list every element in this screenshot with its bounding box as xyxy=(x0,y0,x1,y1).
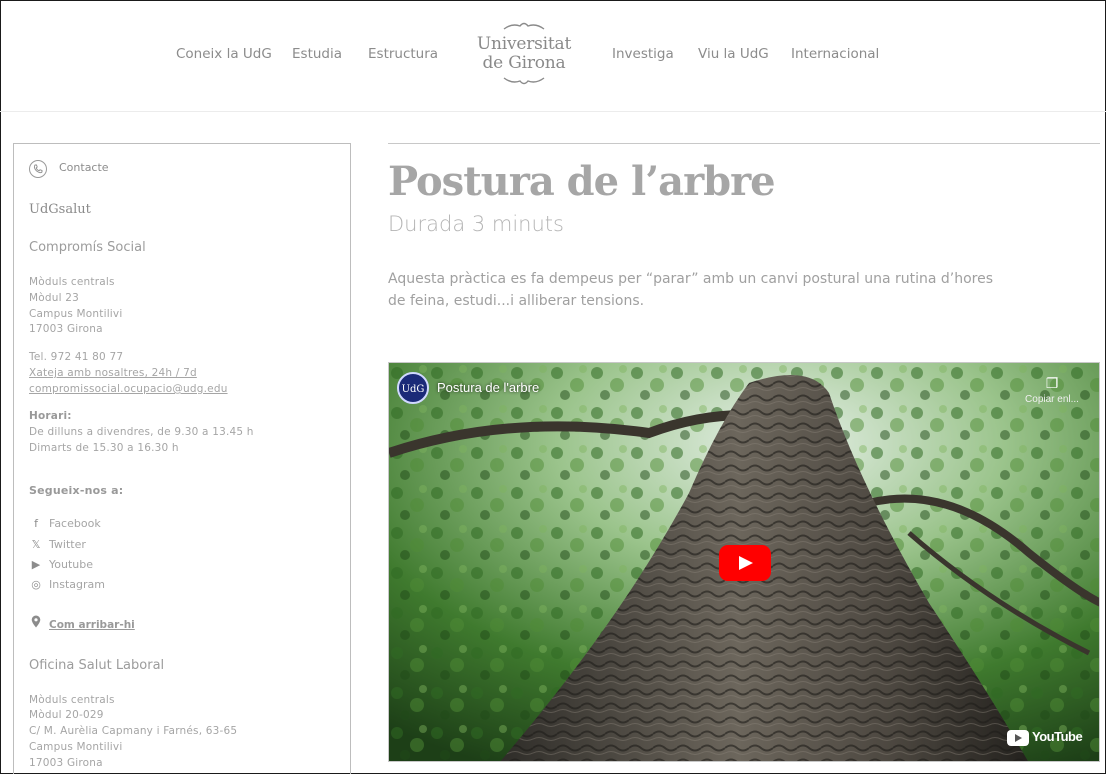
nav-viu-la-udg[interactable]: Viu la UdG xyxy=(698,46,769,62)
contact-sidebar: Contacte UdGsalut Compromís Social Mòdul… xyxy=(13,143,351,774)
youtube-icon: ▶ xyxy=(31,558,41,571)
address-line: Campus Montilivi xyxy=(29,741,123,753)
map-pin-icon xyxy=(29,615,43,631)
address-line: C/ M. Aurèlia Capmany i Farnés, 63-65 xyxy=(29,725,238,737)
channel-avatar[interactable]: UdG xyxy=(397,372,429,404)
social-label: Twitter xyxy=(49,538,86,551)
phone-number: Tel. 972 41 80 77 xyxy=(29,351,124,363)
social-label: Youtube xyxy=(49,558,93,571)
nav-estudia[interactable]: Estudia xyxy=(292,46,342,62)
social-instagram[interactable]: ◎ Instagram xyxy=(29,578,105,592)
address-line: 17003 Girona xyxy=(29,757,103,769)
instagram-icon: ◎ xyxy=(31,578,41,591)
social-youtube[interactable]: ▶ Youtube xyxy=(29,558,93,572)
hours-line: De dilluns a divendres, de 9.30 a 13.45 … xyxy=(29,426,254,438)
nav-coneix[interactable]: Coneix la UdG xyxy=(176,46,272,62)
copy-icon: ❐ xyxy=(1045,376,1059,392)
social-facebook[interactable]: f Facebook xyxy=(29,517,101,531)
play-button[interactable] xyxy=(719,545,771,581)
hours-label: Horari: xyxy=(29,410,72,422)
nav-internacional[interactable]: Internacional xyxy=(791,46,879,62)
phone-icon xyxy=(29,160,47,178)
nav-estructura[interactable]: Estructura xyxy=(368,46,438,62)
hours-line: Dimarts de 15.30 a 16.30 h xyxy=(29,442,179,454)
page-subtitle: Durada 3 minuts xyxy=(388,212,564,236)
page-description: Aquesta pràctica es fa dempeus per “para… xyxy=(388,271,994,309)
udg-logo[interactable]: Universitat de Girona xyxy=(474,20,574,88)
logo-line-2: de Girona xyxy=(482,53,566,73)
social-label: Facebook xyxy=(49,517,101,530)
logo-line-1: Universitat xyxy=(476,34,572,54)
directions-link[interactable]: Com arribar-hi xyxy=(29,615,135,631)
udgsalut-heading: UdGsalut xyxy=(29,202,91,217)
site-header: Coneix la UdG Estudia Estructura Univers… xyxy=(0,0,1106,112)
copy-link-label: Copiar enl... xyxy=(1025,394,1079,405)
directions-label: Com arribar-hi xyxy=(49,619,135,631)
email-link[interactable]: compromissocial.ocupacio@udg.edu xyxy=(29,383,228,395)
youtube-brand-label: YouTube xyxy=(1032,729,1083,744)
nav-investiga[interactable]: Investiga xyxy=(612,46,674,62)
address-line: Campus Montilivi xyxy=(29,308,123,320)
address-line: Mòdul 23 xyxy=(29,292,80,304)
video-title[interactable]: Postura de l'arbre xyxy=(437,380,539,395)
address-line: Mòduls centrals xyxy=(29,276,115,288)
address-line: Mòdul 20-029 xyxy=(29,709,104,721)
youtube-logo-link[interactable]: YouTube xyxy=(1007,729,1083,746)
social-label: Instagram xyxy=(49,578,105,591)
facebook-icon: f xyxy=(34,517,38,530)
address-line: 17003 Girona xyxy=(29,323,103,335)
contact-label: Contacte xyxy=(59,161,109,174)
page-title: Postura de l’arbre xyxy=(388,158,776,205)
copy-link-button[interactable]: ❐ Copiar enl... xyxy=(1013,373,1091,405)
x-icon: 𝕏 xyxy=(31,538,41,551)
youtube-embed[interactable]: UdG Postura de l'arbre ❐ Copiar enl... Y… xyxy=(388,362,1100,762)
youtube-icon xyxy=(1007,729,1029,746)
social-twitter[interactable]: 𝕏 Twitter xyxy=(29,538,86,552)
chat-link[interactable]: Xateja amb nosaltres, 24h / 7d xyxy=(29,367,197,379)
salut-laboral-heading: Oficina Salut Laboral xyxy=(29,658,165,673)
compromis-social-heading: Compromís Social xyxy=(29,240,146,255)
follow-label: Segueix-nos a: xyxy=(29,484,124,497)
address-line: Mòduls centrals xyxy=(29,694,115,706)
content-divider xyxy=(388,143,1100,144)
